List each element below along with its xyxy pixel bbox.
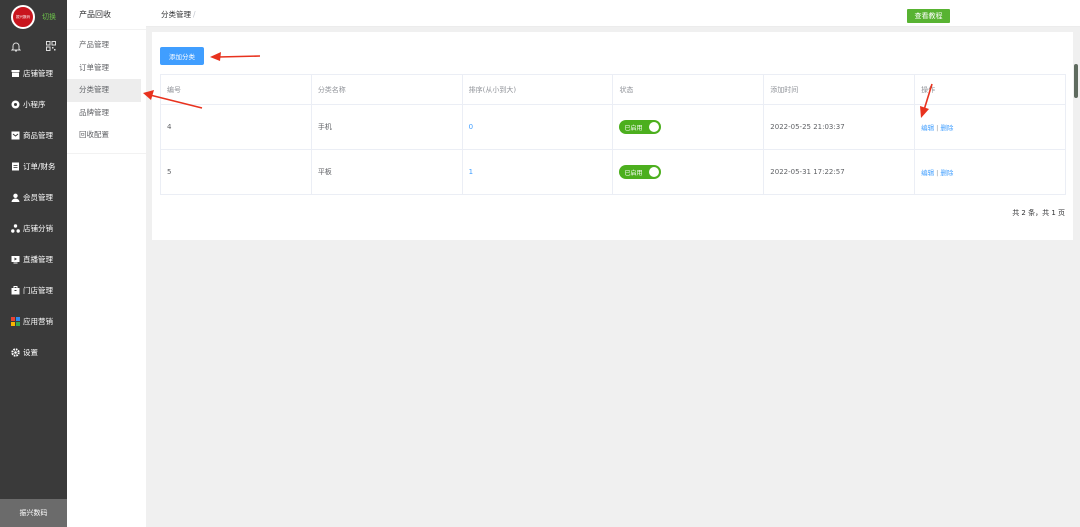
brand-row: 振兴数码 切换 (0, 0, 67, 34)
gear-icon (11, 348, 20, 357)
nav-item-label: 订单/财务 (23, 162, 56, 171)
store-icon (11, 286, 20, 295)
nav-item-label: 设置 (23, 348, 38, 357)
brand-logo[interactable]: 振兴数码 (11, 5, 35, 29)
nav-item-4[interactable]: 会员管理 (0, 182, 67, 213)
breadcrumb: 分类管理 / (161, 9, 196, 20)
nav-item-5[interactable]: 店铺分销 (0, 213, 67, 244)
nav-item-0[interactable]: 店铺管理 (0, 58, 67, 89)
view-tutorial-button[interactable]: 查看教程 (907, 9, 950, 23)
sub-menu-item-3[interactable]: 品牌管理 (67, 102, 141, 125)
cell-time: 2022-05-25 21:03:37 (763, 104, 916, 150)
toggle-knob (649, 122, 660, 132)
nav-item-label: 店铺分销 (23, 224, 53, 233)
action-separator: | (936, 124, 939, 132)
sub-menu: 产品回收 产品管理 订单管理 分类管理 品牌管理 回收配置 (67, 0, 146, 527)
edit-link[interactable]: 编辑 (921, 124, 934, 132)
sub-menu-list: 产品管理 订单管理 分类管理 品牌管理 回收配置 (67, 29, 146, 154)
column-header-sort: 排序(从小到大) (461, 74, 614, 105)
column-header-status: 状态 (612, 74, 765, 105)
table-row: 5 平板 1 已启用 2022-05-31 17:22:57 编辑 | 删除 (160, 149, 1066, 195)
page-scrollbar[interactable] (1074, 64, 1078, 98)
nav-item-label: 应用营销 (23, 317, 53, 326)
status-label: 已启用 (624, 170, 643, 177)
goods-icon (11, 131, 20, 140)
member-icon (11, 193, 20, 202)
nav-item-7[interactable]: 门店管理 (0, 275, 67, 306)
breadcrumb-current: 分类管理 (161, 10, 191, 19)
distribution-icon (11, 224, 20, 233)
nav-item-label: 店铺管理 (23, 69, 53, 78)
sub-menu-item-4[interactable]: 回收配置 (67, 124, 141, 147)
nav-item-label: 小程序 (23, 100, 46, 109)
cell-status: 已启用 (612, 149, 765, 195)
status-toggle[interactable]: 已启用 (619, 165, 662, 179)
annotation-arrow-edit (920, 83, 933, 118)
column-header-actions: 操作 (914, 74, 1066, 105)
sub-menu-item-2[interactable]: 分类管理 (67, 79, 141, 102)
cell-actions: 编辑 | 删除 (914, 104, 1066, 150)
nav-item-1[interactable]: 小程序 (0, 89, 67, 120)
miniprogram-icon (11, 100, 20, 109)
cell-name: 平板 (310, 149, 463, 195)
top-bar: 分类管理 / 查看教程 (146, 0, 1080, 27)
shop-icon (11, 69, 20, 78)
sub-menu-title: 产品回收 (79, 10, 111, 19)
status-toggle[interactable]: 已启用 (619, 120, 662, 134)
sidebar-footer: 振兴数码 (0, 499, 67, 527)
cell-time: 2022-05-31 17:22:57 (763, 149, 916, 195)
nav-item-2[interactable]: 商品管理 (0, 120, 67, 151)
brand-logo-text: 振兴数码 (16, 15, 30, 19)
column-header-name: 分类名称 (310, 74, 463, 105)
cell-status: 已启用 (612, 104, 765, 150)
pagination-summary: 共 2 条，共 1 页 (1012, 209, 1065, 217)
cell-actions: 编辑 | 删除 (914, 149, 1066, 195)
nav-item-label: 商品管理 (23, 131, 53, 140)
switch-shop-link[interactable]: 切换 (42, 12, 56, 22)
nav-item-9[interactable]: 设置 (0, 337, 67, 368)
nav-item-label: 门店管理 (23, 286, 53, 295)
toggle-knob (649, 167, 660, 177)
nav-item-label: 会员管理 (23, 193, 53, 202)
annotation-arrow-category (143, 90, 203, 109)
cell-id: 4 (160, 104, 312, 150)
add-category-button[interactable]: 添加分类 (160, 47, 204, 65)
cell-sort[interactable]: 1 (461, 149, 614, 195)
delete-link[interactable]: 删除 (940, 169, 953, 177)
sub-menu-item-1[interactable]: 订单管理 (67, 57, 141, 80)
column-header-time: 添加时间 (763, 74, 916, 105)
status-label: 已启用 (624, 125, 643, 132)
quick-icons (0, 34, 67, 58)
annotation-arrow-add (210, 52, 261, 61)
order-icon (11, 162, 20, 171)
cell-id: 5 (160, 149, 312, 195)
nav-item-8[interactable]: 应用营销 (0, 306, 67, 337)
edit-link[interactable]: 编辑 (921, 169, 934, 177)
nav-item-label: 直播管理 (23, 255, 53, 264)
content-card: 添加分类 编号 分类名称 排序(从小到大) 状态 添加时间 操作 4 手机 0 已启用… (152, 32, 1073, 240)
delete-link[interactable]: 删除 (940, 124, 953, 132)
breadcrumb-separator: / (193, 10, 196, 19)
qrcode-icon[interactable] (46, 41, 56, 51)
nav-item-6[interactable]: 直播管理 (0, 244, 67, 275)
sub-menu-item-0[interactable]: 产品管理 (67, 34, 141, 57)
apps-icon (11, 317, 20, 326)
cell-name: 手机 (310, 104, 463, 150)
sort-value[interactable]: 0 (469, 123, 473, 131)
action-separator: | (936, 169, 939, 177)
cell-sort[interactable]: 0 (461, 104, 614, 150)
nav-item-3[interactable]: 订单/财务 (0, 151, 67, 182)
live-icon (11, 255, 20, 264)
bell-icon[interactable] (11, 41, 21, 52)
sort-value[interactable]: 1 (469, 168, 473, 176)
main-sidebar: 振兴数码 切换 店铺管理小程序商品管理订单/财务会员管理店铺分销直播管理门店管理… (0, 0, 67, 527)
